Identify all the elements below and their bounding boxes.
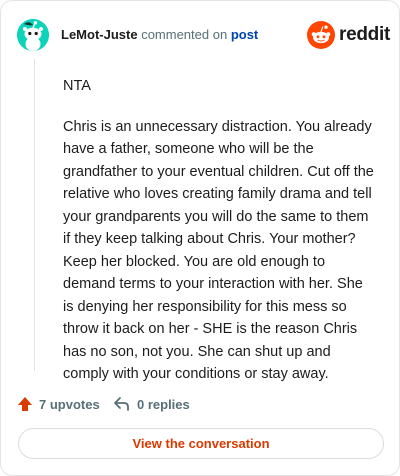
view-conversation-button[interactable]: View the conversation — [18, 428, 384, 459]
comment-header: LeMot-Juste commented on post reddit — [17, 19, 390, 51]
comment-paragraph: Chris is an unnecessary distraction. You… — [63, 118, 374, 383]
replies-count: 0 replies — [137, 396, 190, 412]
upvotes-count: 7 upvotes — [39, 396, 100, 412]
replies-stat[interactable]: 0 replies — [113, 394, 190, 414]
upvote-arrow-icon — [18, 397, 32, 411]
reddit-logo-icon — [307, 21, 335, 49]
embedded-comment-card: LeMot-Juste commented on post reddit NTA… — [0, 0, 400, 476]
upvotes-stat[interactable]: 7 upvotes — [17, 394, 100, 414]
username-link[interactable]: LeMot-Juste — [61, 27, 138, 42]
comment-footer: 7 upvotes 0 replies — [17, 394, 383, 414]
post-link[interactable]: post — [231, 27, 258, 42]
thread-line — [34, 59, 35, 371]
action-text: commented on — [141, 27, 228, 42]
reddit-wordmark: reddit — [339, 24, 390, 45]
reply-arrow-icon — [114, 397, 129, 411]
comment-paragraph: NTA — [63, 78, 91, 94]
comment-body: NTA Chris is an unnecessary distraction.… — [63, 75, 375, 404]
user-avatar-icon[interactable] — [17, 19, 49, 51]
comment-attribution: LeMot-Juste commented on post — [61, 27, 258, 43]
reddit-logo[interactable]: reddit — [307, 21, 390, 49]
